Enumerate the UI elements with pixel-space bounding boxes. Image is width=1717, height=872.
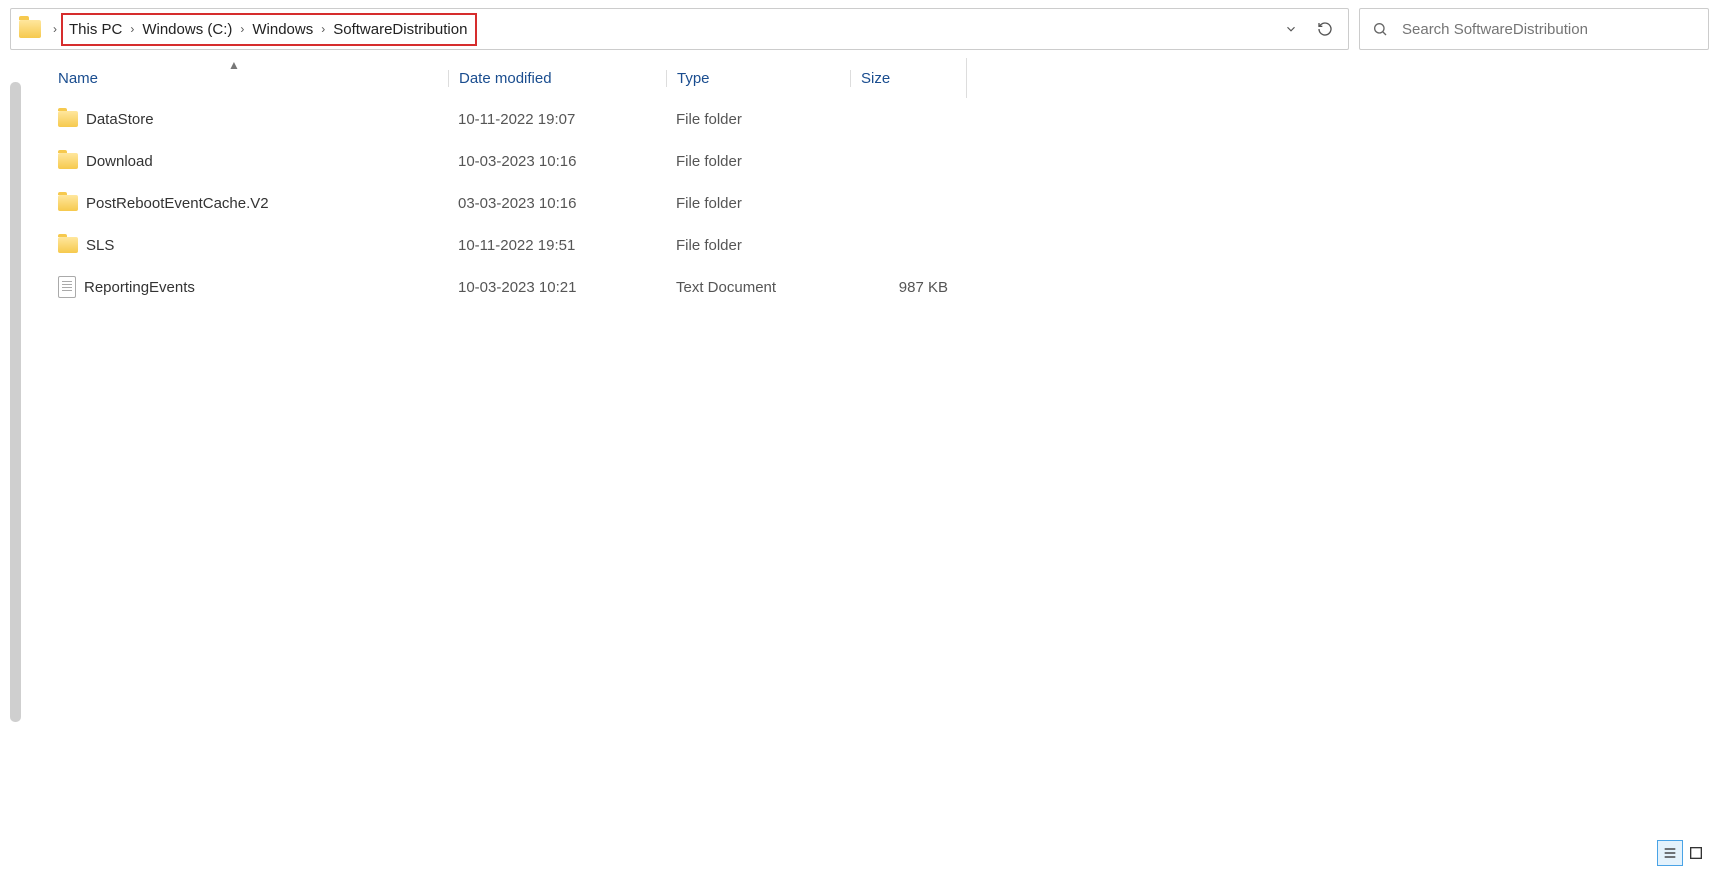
file-name-label: ReportingEvents — [84, 279, 195, 296]
column-header-type[interactable]: Type — [666, 70, 850, 87]
column-headers: Name ▲ Date modified Type Size — [30, 58, 1717, 98]
breadcrumb-segment[interactable]: Windows (C:) — [140, 17, 234, 42]
status-bar — [1657, 840, 1709, 866]
chevron-down-icon — [1284, 22, 1298, 36]
file-list-area: Name ▲ Date modified Type Size DataStore… — [30, 58, 1717, 830]
file-date-cell: 03-03-2023 10:16 — [448, 195, 666, 212]
file-type-cell: File folder — [666, 111, 850, 128]
details-view-button[interactable] — [1657, 840, 1683, 866]
breadcrumb-segment[interactable]: Windows — [250, 17, 315, 42]
breadcrumb-highlight: This PC › Windows (C:) › Windows › Softw… — [61, 13, 477, 46]
folder-icon — [58, 195, 78, 211]
file-type-cell: File folder — [666, 153, 850, 170]
file-type-cell: File folder — [666, 237, 850, 254]
history-dropdown-button[interactable] — [1274, 12, 1308, 46]
chevron-right-icon[interactable]: › — [234, 22, 250, 36]
file-row[interactable]: PostRebootEventCache.V2 03-03-2023 10:16F… — [30, 182, 1717, 224]
file-name-label: DataStore — [86, 111, 154, 128]
breadcrumb-segment[interactable]: This PC — [67, 17, 124, 42]
navigation-pane-strip — [0, 58, 30, 830]
file-name-label: PostRebootEventCache.V2 — [86, 195, 269, 212]
details-view-icon — [1662, 845, 1678, 861]
search-box[interactable] — [1359, 8, 1709, 50]
file-date-cell: 10-03-2023 10:21 — [448, 279, 666, 296]
file-name-label: SLS — [86, 237, 114, 254]
column-label: Name — [58, 70, 98, 87]
file-row[interactable]: SLS 10-11-2022 19:51File folder — [30, 224, 1717, 266]
file-row[interactable]: DataStore 10-11-2022 19:07File folder — [30, 98, 1717, 140]
chevron-right-icon[interactable]: › — [315, 22, 331, 36]
file-row[interactable]: ReportingEvents 10-03-2023 10:21Text Docu… — [30, 266, 1717, 308]
thumbnails-view-button[interactable] — [1683, 840, 1709, 866]
folder-icon — [58, 237, 78, 253]
text-file-icon — [58, 276, 76, 298]
file-size-cell: 987 KB — [850, 279, 966, 296]
file-date-cell: 10-11-2022 19:51 — [448, 237, 666, 254]
folder-icon — [58, 153, 78, 169]
file-type-cell: Text Document — [666, 279, 850, 296]
refresh-button[interactable] — [1308, 12, 1342, 46]
address-bar[interactable]: › This PC › Windows (C:) › Windows › Sof… — [10, 8, 1349, 50]
file-name-cell: DataStore — [58, 111, 448, 128]
search-icon — [1372, 21, 1388, 37]
file-date-cell: 10-11-2022 19:07 — [448, 111, 666, 128]
content-area: Name ▲ Date modified Type Size DataStore… — [0, 58, 1717, 830]
breadcrumb-segment[interactable]: SoftwareDistribution — [331, 17, 469, 42]
navigation-scrollbar[interactable] — [10, 82, 21, 722]
folder-icon — [58, 111, 78, 127]
search-input[interactable] — [1402, 21, 1696, 38]
column-header-size[interactable]: Size — [850, 70, 966, 87]
chevron-right-icon[interactable]: › — [124, 22, 140, 36]
file-rows: DataStore10-11-2022 19:07File folderDown… — [30, 98, 1717, 308]
top-bar: › This PC › Windows (C:) › Windows › Sof… — [0, 0, 1717, 58]
file-name-cell: PostRebootEventCache.V2 — [58, 195, 448, 212]
sort-ascending-icon: ▲ — [228, 58, 240, 72]
file-row[interactable]: Download 10-03-2023 10:16File folder — [30, 140, 1717, 182]
file-name-cell: Download — [58, 153, 448, 170]
file-type-cell: File folder — [666, 195, 850, 212]
file-name-label: Download — [86, 153, 153, 170]
column-header-date[interactable]: Date modified — [448, 70, 666, 87]
folder-icon — [19, 20, 41, 38]
thumbnails-view-icon — [1688, 845, 1704, 861]
column-header-name[interactable]: Name ▲ — [58, 70, 448, 87]
file-name-cell: ReportingEvents — [58, 276, 448, 298]
file-date-cell: 10-03-2023 10:16 — [448, 153, 666, 170]
refresh-icon — [1317, 21, 1333, 37]
file-name-cell: SLS — [58, 237, 448, 254]
